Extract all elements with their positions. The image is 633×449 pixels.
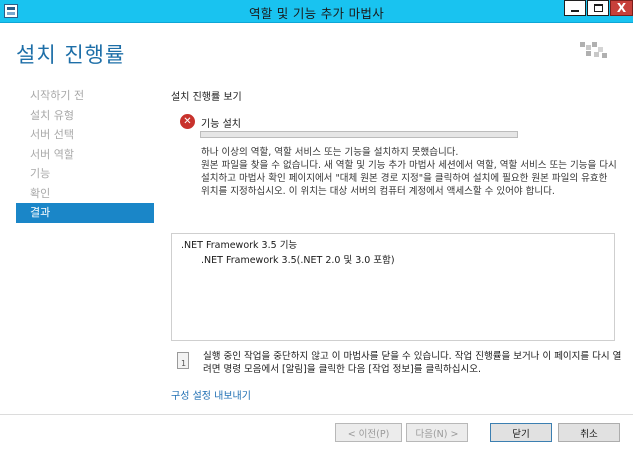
- cancel-button[interactable]: 취소: [558, 423, 620, 442]
- nav-item-confirmation[interactable]: 확인: [16, 184, 154, 204]
- close-window-button[interactable]: X: [610, 0, 633, 16]
- page-title: 설치 진행률: [16, 43, 126, 67]
- server-icon: [580, 42, 610, 58]
- title-bar[interactable]: 역할 및 기능 추가 마법사 X: [0, 0, 633, 23]
- nav-item-features[interactable]: 기능: [16, 164, 154, 184]
- close-button[interactable]: 닫기: [490, 423, 552, 442]
- footer-divider: [0, 414, 633, 415]
- nav-item-installation-type[interactable]: 설치 유형: [16, 106, 154, 126]
- maximize-icon: [593, 4, 603, 12]
- wizard-nav: 시작하기 전 설치 유형 서버 선택 서버 역할 기능 확인 결과: [16, 86, 154, 223]
- window-title: 역할 및 기능 추가 마법사: [248, 6, 385, 21]
- list-item[interactable]: .NET Framework 3.5(.NET 2.0 및 3.0 포함): [172, 253, 614, 268]
- progress-bar: [200, 131, 518, 138]
- feature-list[interactable]: .NET Framework 3.5 기능 .NET Framework 3.5…: [171, 233, 615, 341]
- error-message-line2: 원본 파일을 찾을 수 없습니다. 새 역할 및 기능 추가 마법사 세션에서 …: [201, 160, 617, 197]
- nav-item-before-you-begin[interactable]: 시작하기 전: [16, 86, 154, 106]
- note-text: 실행 중인 작업을 중단하지 않고 이 마법사를 닫을 수 있습니다. 작업 진…: [203, 351, 622, 375]
- minimize-button[interactable]: [564, 0, 586, 16]
- export-settings-link[interactable]: 구성 설정 내보내기: [171, 387, 251, 402]
- list-item[interactable]: .NET Framework 3.5 기능: [172, 238, 614, 253]
- next-button[interactable]: 다음(N) >: [406, 423, 468, 442]
- maximize-button[interactable]: [587, 0, 609, 16]
- nav-item-results[interactable]: 결과: [16, 203, 154, 223]
- error-message-line1: 하나 이상의 역할, 역할 서비스 또는 기능을 설치하지 못했습니다.: [201, 147, 459, 158]
- note-icon: [177, 352, 189, 369]
- install-status-label: 기능 설치: [201, 119, 241, 130]
- previous-button[interactable]: < 이전(P): [335, 423, 402, 442]
- nav-item-server-roles[interactable]: 서버 역할: [16, 145, 154, 165]
- section-title: 설치 진행률 보기: [171, 92, 242, 103]
- error-icon: ✕: [180, 114, 195, 129]
- close-icon: X: [616, 1, 627, 15]
- minimize-icon: [571, 9, 579, 12]
- nav-item-server-selection[interactable]: 서버 선택: [16, 125, 154, 145]
- error-message: 하나 이상의 역할, 역할 서비스 또는 기능을 설치하지 못했습니다. 원본 …: [201, 146, 619, 198]
